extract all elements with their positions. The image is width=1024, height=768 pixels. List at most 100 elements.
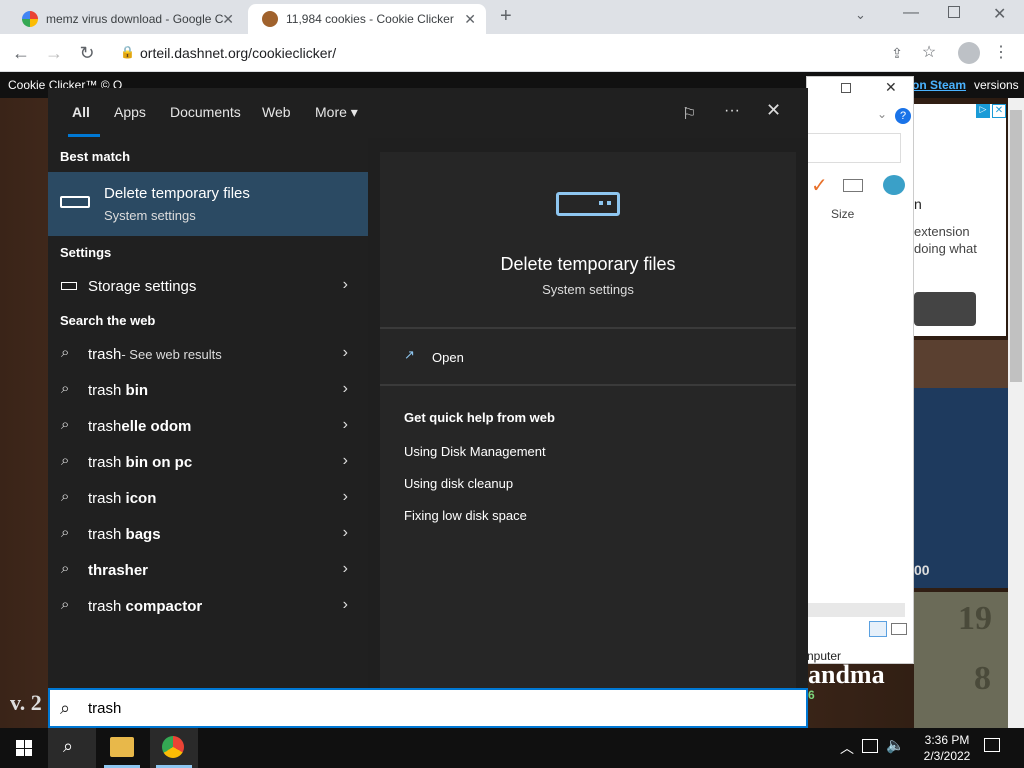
building-stat: 6 <box>808 688 815 702</box>
close-icon[interactable]: ✕ <box>885 79 897 96</box>
help-link[interactable]: Using disk cleanup <box>404 476 513 491</box>
ad-button[interactable] <box>914 292 976 326</box>
globe-icon[interactable] <box>883 175 905 195</box>
tab-apps[interactable]: Apps <box>114 104 146 120</box>
address-bar[interactable]: 🔒 orteil.dashnet.org/cookieclicker/ <box>110 39 958 67</box>
storage-drive-icon <box>61 282 77 290</box>
best-match-item[interactable]: Delete temporary files System settings <box>48 172 368 236</box>
horizontal-scrollbar[interactable] <box>807 603 905 617</box>
tab-more[interactable]: More ▾ <box>315 104 358 121</box>
checkmark-icon[interactable]: ✓ <box>811 173 828 198</box>
search-icon: ⌕ <box>61 416 70 433</box>
tab-all[interactable]: All <box>72 104 90 120</box>
version-label: v. 2 <box>10 690 42 715</box>
web-result-prefix: trash <box>88 345 122 363</box>
web-result-item[interactable]: ⌕ trash - See web results › <box>48 336 368 372</box>
size-column-header[interactable]: Size <box>831 207 854 221</box>
volume-muted-icon[interactable]: 🔈 <box>886 736 905 754</box>
ad-close-icon[interactable]: ✕ <box>992 104 1006 118</box>
web-result-prefix: trash <box>88 417 122 435</box>
close-tab-icon[interactable]: ✕ <box>464 11 476 28</box>
minimize-icon[interactable]: — <box>903 4 919 22</box>
explorer-search-field[interactable] <box>807 133 901 163</box>
chevron-right-icon: › <box>342 560 348 577</box>
chevron-right-icon: › <box>342 488 348 505</box>
clock-time[interactable]: 3:36 PM <box>912 733 982 747</box>
preview-subtitle: System settings <box>542 282 634 297</box>
maximize-icon[interactable] <box>841 83 851 93</box>
search-tab-bar: All Apps Documents Web More ▾ ⚐ ··· ✕ <box>48 88 808 138</box>
share-icon[interactable]: ⇪ <box>886 42 908 64</box>
file-explorer-icon[interactable] <box>110 737 134 757</box>
open-action[interactable]: ↗ Open <box>380 332 796 382</box>
storage-drive-icon <box>60 196 90 208</box>
help-heading: Get quick help from web <box>404 410 555 425</box>
chevron-down-icon[interactable]: ⌄ <box>877 107 887 121</box>
menu-kebab-icon[interactable]: ⋮ <box>990 42 1012 64</box>
notifications-icon[interactable] <box>984 738 1000 752</box>
chrome-taskbar-button[interactable] <box>150 728 198 768</box>
web-result-item[interactable]: ⌕ trash bin on pc › <box>48 444 368 480</box>
versions-link[interactable]: versions <box>974 72 1019 98</box>
settings-item-label: Storage settings <box>88 277 197 295</box>
chrome-icon <box>162 736 184 758</box>
web-heading: Search the web <box>60 313 156 328</box>
clock-date[interactable]: 2/3/2022 <box>912 749 982 763</box>
tiles-view-icon[interactable] <box>891 623 907 635</box>
storage-drive-icon <box>556 192 620 216</box>
web-result-item[interactable]: ⌕ trash compactor › <box>48 588 368 624</box>
tab-web[interactable]: Web <box>262 104 291 120</box>
drive-led-icon <box>607 201 611 205</box>
grandma-label: andma <box>808 660 885 689</box>
chevron-right-icon: › <box>342 344 348 361</box>
feedback-icon[interactable]: ⚐ <box>682 104 696 124</box>
tab-documents[interactable]: Documents <box>170 104 241 120</box>
best-match-subtitle: System settings <box>104 208 196 223</box>
details-view-icon[interactable] <box>869 621 887 637</box>
best-match-heading: Best match <box>60 149 131 164</box>
result-preview-pane: Delete temporary files System settings ↗… <box>380 152 796 728</box>
divider <box>380 384 796 386</box>
ad-text: extension <box>914 224 970 239</box>
browser-tab-google[interactable]: memz virus download - Google C ✕ <box>8 4 244 34</box>
search-icon: ⌕ <box>61 344 70 361</box>
help-icon[interactable]: ? <box>895 108 911 124</box>
url-text: orteil.dashnet.org/cookieclicker/ <box>140 45 337 61</box>
profile-avatar[interactable] <box>958 42 980 64</box>
network-icon[interactable] <box>862 739 878 753</box>
new-tab-button[interactable]: + <box>500 5 512 28</box>
steam-link[interactable]: on Steam <box>912 72 966 98</box>
close-icon[interactable]: ✕ <box>766 100 781 121</box>
search-icon: ⌕ <box>61 488 70 505</box>
properties-icon[interactable] <box>843 179 863 192</box>
tab-search-icon[interactable]: ⌄ <box>855 7 866 23</box>
web-result-item[interactable]: ⌕ trash bin › <box>48 372 368 408</box>
back-icon[interactable]: ← <box>10 42 32 64</box>
web-result-item[interactable]: ⌕ trash bags › <box>48 516 368 552</box>
search-input[interactable]: ⌕ trash <box>48 688 808 728</box>
close-window-icon[interactable]: ✕ <box>993 4 1006 24</box>
windows-start-icon[interactable] <box>16 740 32 756</box>
web-result-item[interactable]: ⌕ thrasher › <box>48 552 368 588</box>
ad-text: doing what <box>914 241 977 256</box>
search-icon: ⌕ <box>61 560 70 577</box>
building-count: 8 <box>974 660 991 697</box>
browser-tab-cookie-clicker[interactable]: 11,984 cookies - Cookie Clicker ✕ <box>248 4 486 34</box>
bookmark-star-icon[interactable]: ☆ <box>918 42 940 64</box>
settings-item-storage[interactable]: Storage settings › <box>48 268 368 304</box>
help-link[interactable]: Using Disk Management <box>404 444 546 459</box>
more-options-icon[interactable]: ··· <box>724 102 740 120</box>
help-link[interactable]: Fixing low disk space <box>404 508 527 523</box>
reload-icon[interactable]: ↻ <box>76 42 98 64</box>
show-hidden-icons[interactable]: ︿ <box>840 738 854 758</box>
lock-icon: 🔒 <box>120 45 135 59</box>
taskbar-search-button[interactable]: ⌕ <box>48 728 96 768</box>
forward-icon[interactable]: → <box>43 42 65 64</box>
restore-icon[interactable] <box>948 6 960 18</box>
adchoices-icon[interactable]: ▷ <box>976 104 990 118</box>
web-result-item[interactable]: ⌕ trash elle odom › <box>48 408 368 444</box>
web-result-bold: bin on pc <box>121 453 193 471</box>
close-tab-icon[interactable]: ✕ <box>222 11 234 28</box>
scrollbar-thumb[interactable] <box>1010 110 1022 382</box>
web-result-item[interactable]: ⌕ trash icon › <box>48 480 368 516</box>
